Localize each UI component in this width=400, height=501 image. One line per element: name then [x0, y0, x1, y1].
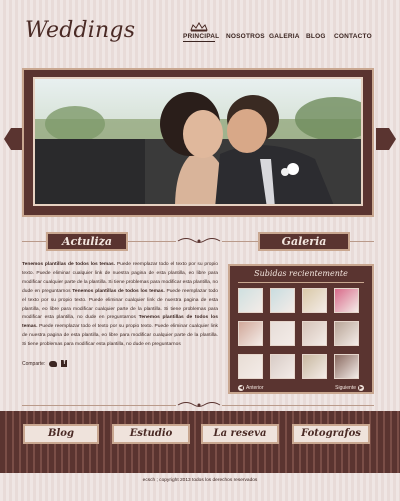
nav-principal[interactable]: PRINCIPAL — [183, 33, 219, 42]
footer-estudio-button[interactable]: Estudio — [112, 424, 190, 444]
footer-blog-button[interactable]: Blog — [23, 424, 99, 444]
article-bold-2: Tenemos plantillas de todos los temas. — [72, 288, 165, 294]
twitter-icon[interactable] — [49, 360, 58, 367]
footer-fotografos-button[interactable]: Fotografos — [292, 424, 370, 444]
article-text: Tenemos plantillas de todos los temas. P… — [22, 261, 218, 350]
share-label: Comparte: — [22, 360, 46, 367]
article-bold-1: Tenemos plantillas de todos los temas. — [22, 262, 116, 267]
flourish-ornament-icon — [177, 238, 221, 243]
actuliza-ribbon: Actuliza — [46, 232, 128, 251]
divider-mid-left — [128, 241, 176, 242]
logo[interactable]: Weddings — [25, 18, 135, 43]
gallery-thumb[interactable] — [334, 354, 359, 379]
divider-mid-right — [222, 241, 258, 242]
facebook-icon[interactable]: f — [61, 360, 68, 367]
gallery-panel: Subidas recientemente ◀ Anterior Siguien… — [228, 264, 374, 394]
share-row: Comparte: f — [22, 360, 68, 367]
gallery-next-label: Siguiente — [335, 385, 356, 391]
gallery-next-button[interactable]: Siguiente ▶ — [335, 385, 364, 391]
gallery-prev-label: Anterior — [246, 385, 264, 391]
article-paragraph-3: Puede reemplazar todo el texto por su pr… — [22, 324, 218, 348]
gallery-thumb[interactable] — [302, 288, 327, 313]
couple-photo-illustration — [35, 79, 361, 204]
nav-nosotros[interactable]: NOSOTROS — [226, 33, 265, 40]
gallery-thumb[interactable] — [270, 321, 295, 346]
gallery-thumbnails — [238, 288, 359, 379]
gallery-thumb[interactable] — [238, 288, 263, 313]
nav-galeria[interactable]: GALERIA — [269, 33, 300, 40]
gallery-divider — [238, 282, 364, 283]
gallery-thumb[interactable] — [334, 288, 359, 313]
gallery-title: Subidas recientemente — [254, 269, 348, 278]
divider-left — [22, 241, 46, 242]
nav-blog[interactable]: BLOG — [306, 33, 326, 40]
gallery-prev-button[interactable]: ◀ Anterior — [238, 385, 264, 391]
nav-contacto[interactable]: CONTACTO — [334, 33, 372, 40]
galeria-ribbon: Galeria — [258, 232, 350, 251]
arrow-left-icon: ◀ — [238, 385, 244, 391]
footer-divider-left — [22, 405, 176, 406]
gallery-thumb[interactable] — [334, 321, 359, 346]
divider-right — [350, 241, 374, 242]
flourish-ornament-footer-icon — [177, 402, 221, 407]
hero-photo — [33, 77, 363, 206]
crown-ornament-icon — [190, 22, 208, 32]
gallery-thumb[interactable] — [238, 354, 263, 379]
footer-divider-right — [222, 405, 374, 406]
copyright-text: ecsch ; copyright 2013 todos los derecho… — [142, 478, 258, 483]
arrow-right-icon: ▶ — [358, 385, 364, 391]
gallery-thumb[interactable] — [270, 288, 295, 313]
gallery-thumb[interactable] — [270, 354, 295, 379]
gallery-thumb[interactable] — [302, 354, 327, 379]
footer-reseva-button[interactable]: La reseva — [201, 424, 279, 444]
hero-tab-left — [4, 128, 24, 150]
gallery-thumb[interactable] — [302, 321, 327, 346]
hero-tab-right — [376, 128, 396, 150]
page: Weddings PRINCIPAL NOSOTROS GALERIA BLOG… — [0, 0, 400, 501]
gallery-thumb[interactable] — [238, 321, 263, 346]
